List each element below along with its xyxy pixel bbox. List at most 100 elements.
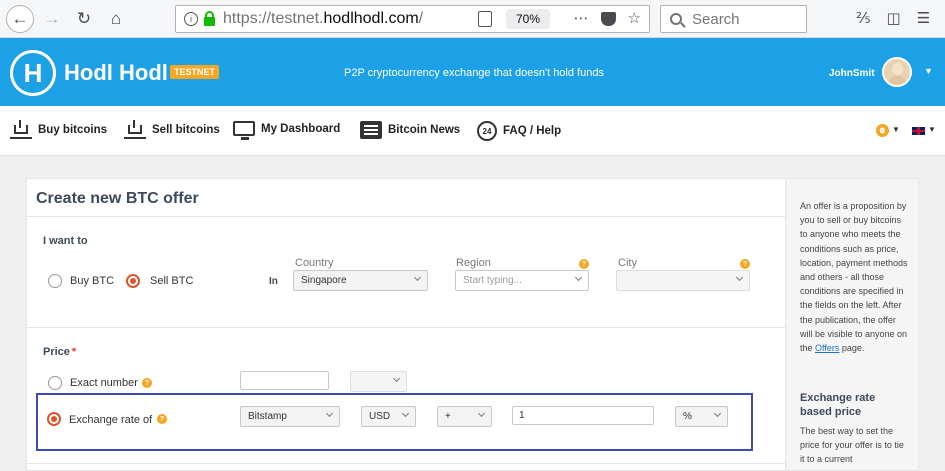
nav-label: Buy bitcoins — [38, 124, 108, 136]
exchange-source-select[interactable]: Bitstamp — [240, 406, 340, 427]
search-icon — [670, 13, 682, 25]
avatar[interactable] — [882, 57, 912, 87]
help-icon[interactable]: ? — [579, 259, 589, 269]
chevron-down-icon[interactable]: ▼ — [892, 125, 900, 134]
sidebar-toggle-icon[interactable]: ◫ — [887, 9, 901, 27]
sign-select[interactable]: + — [437, 406, 492, 427]
region-select[interactable]: Start typing... — [455, 270, 589, 291]
chevron-down-icon — [574, 273, 583, 282]
logo-text[interactable]: Hodl Hodl — [64, 60, 168, 86]
cart-icon — [124, 120, 146, 139]
support-24-icon: 24 — [477, 121, 497, 141]
reload-icon[interactable]: ↻ — [70, 5, 98, 33]
chevron-down-icon — [735, 273, 744, 282]
unit-value: % — [683, 411, 692, 422]
chevron-down-icon — [413, 273, 422, 282]
address-bar[interactable]: i https://testnet.hodlhodl.com/ 70% ⋯ ☆ — [175, 5, 650, 33]
city-select[interactable] — [616, 270, 750, 291]
monitor-icon — [233, 121, 255, 140]
exact-number-input[interactable] — [240, 371, 329, 390]
nav-label: My Dashboard — [261, 122, 341, 135]
hodlhodl-logo-icon[interactable]: H — [10, 50, 56, 96]
site-header: H Hodl Hodl TESTNET P2P cryptocurrency e… — [0, 38, 945, 106]
margin-input[interactable]: 1 — [512, 406, 654, 425]
i-want-to-label: I want to — [43, 235, 88, 247]
divider — [27, 463, 787, 464]
price-label: Price * — [43, 346, 77, 358]
nav-label: Sell bitcoins — [152, 124, 220, 136]
uk-flag-icon[interactable] — [912, 127, 925, 135]
offer-info-text: An offer is a proposition by you to sell… — [800, 201, 908, 354]
page-title: Create new BTC offer — [36, 190, 199, 207]
currency-selector[interactable]: ฿ — [876, 124, 889, 137]
exchange-rate-radio[interactable] — [47, 412, 61, 426]
page-actions-icon[interactable]: ⋯ — [574, 9, 589, 27]
currency-value: USD — [369, 411, 391, 422]
browser-toolbar: ← → ↻ ⌂ i https://testnet.hodlhodl.com/ … — [0, 0, 945, 38]
buy-btc-radio[interactable] — [48, 274, 62, 288]
offers-link[interactable]: Offers — [815, 343, 839, 353]
currency-select[interactable]: USD — [361, 406, 416, 427]
exact-number-label[interactable]: Exact number — [70, 377, 138, 389]
reader-view-icon[interactable] — [478, 11, 492, 27]
nav-label: FAQ / Help — [503, 125, 562, 137]
exact-currency-select[interactable] — [350, 371, 407, 392]
search-input[interactable] — [692, 10, 792, 28]
main-nav: Buy bitcoins Sell bitcoins My Dashboard … — [0, 106, 945, 156]
library-icon[interactable]: ⅖ — [856, 9, 871, 27]
cart-icon — [10, 120, 32, 139]
margin-value: 1 — [519, 410, 525, 421]
search-box[interactable] — [660, 5, 807, 33]
nav-my-dashboard[interactable]: My Dashboard — [233, 121, 341, 140]
testnet-badge: TESTNET — [170, 65, 220, 79]
country-value: Singapore — [301, 275, 347, 286]
divider — [27, 216, 787, 217]
home-icon[interactable]: ⌂ — [102, 5, 130, 33]
help-icon[interactable]: ? — [740, 259, 750, 269]
info-sidebar: An offer is a proposition by you to sell… — [787, 178, 919, 471]
buy-btc-label[interactable]: Buy BTC — [70, 275, 114, 287]
divider — [27, 327, 787, 328]
city-label: City — [618, 257, 637, 269]
newspaper-icon — [360, 121, 382, 139]
region-label: Region — [456, 257, 491, 269]
in-label: In — [269, 276, 278, 287]
bookmark-star-icon[interactable]: ☆ — [628, 9, 641, 27]
hamburger-menu-icon[interactable]: ☰ — [917, 9, 930, 27]
exchange-rate-info-title: Exchange rate based price — [800, 392, 876, 418]
back-arrow-icon[interactable]: ← — [6, 5, 34, 33]
region-placeholder: Start typing... — [463, 275, 522, 286]
zoom-level[interactable]: 70% — [506, 9, 550, 29]
unit-select[interactable]: % — [675, 406, 728, 427]
country-label: Country — [295, 257, 334, 269]
chevron-down-icon[interactable]: ▼ — [928, 125, 936, 134]
nav-buy-bitcoins[interactable]: Buy bitcoins — [10, 120, 108, 139]
chevron-down-icon — [325, 409, 334, 418]
nav-faq-help[interactable]: 24 FAQ / Help — [477, 121, 561, 141]
country-select[interactable]: Singapore — [293, 270, 428, 291]
help-icon[interactable]: ? — [157, 414, 167, 424]
sign-value: + — [445, 411, 451, 422]
exchange-rate-info-text: The best way to set the price for your o… — [800, 426, 904, 465]
url-text: https://testnet.hodlhodl.com/ — [223, 10, 424, 27]
exchange-source-value: Bitstamp — [248, 411, 287, 422]
chevron-down-icon — [392, 374, 401, 383]
chevron-down-icon[interactable]: ▼ — [924, 66, 933, 76]
info-icon[interactable]: i — [184, 12, 198, 26]
chevron-down-icon — [713, 409, 722, 418]
tagline: P2P cryptocurrency exchange that doesn't… — [344, 67, 604, 79]
nav-sell-bitcoins[interactable]: Sell bitcoins — [124, 120, 220, 139]
username[interactable]: JohnSmit — [829, 68, 875, 79]
exchange-rate-label[interactable]: Exchange rate of — [69, 414, 152, 426]
chevron-down-icon — [401, 409, 410, 418]
sell-btc-label[interactable]: Sell BTC — [150, 275, 193, 287]
help-icon[interactable]: ? — [142, 378, 152, 388]
pocket-icon[interactable] — [600, 12, 616, 26]
sell-btc-radio[interactable] — [126, 274, 140, 288]
forward-arrow-icon[interactable]: → — [38, 5, 66, 33]
nav-label: Bitcoin News — [388, 124, 461, 136]
exact-number-radio[interactable] — [48, 376, 62, 390]
lock-icon — [204, 10, 215, 26]
chevron-down-icon — [477, 409, 486, 418]
nav-bitcoin-news[interactable]: Bitcoin News — [360, 121, 460, 139]
